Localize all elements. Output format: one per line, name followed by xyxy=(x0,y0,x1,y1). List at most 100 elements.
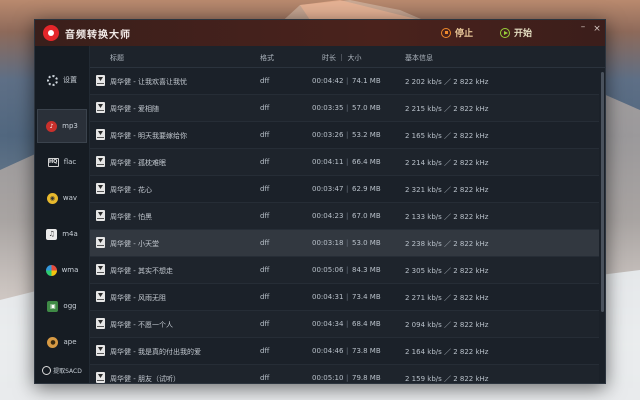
sacd-icon xyxy=(42,365,52,375)
dsd-file-icon xyxy=(96,156,105,167)
wma-icon xyxy=(45,264,57,276)
table-row[interactable]: 周华健 - 让我欢喜让我忧 dff 00:04:42 | 74.1 MB 2 2… xyxy=(90,68,599,95)
row-info: 2 238 kb/s ／ 2 822 kHz xyxy=(405,240,489,248)
mp3-icon: ♪ xyxy=(46,120,58,132)
table-row[interactable]: 周华健 - 明天我要嫁给你 dff 00:03:26 | 53.2 MB 2 1… xyxy=(90,122,599,149)
sidebar-item-mp3[interactable]: ♪ mp3 xyxy=(37,109,87,143)
row-title: 周华健 - 让我欢喜让我忧 xyxy=(110,78,187,86)
row-title: 周华健 - 花心 xyxy=(110,186,152,194)
minimize-button[interactable]: – xyxy=(577,22,589,32)
dsd-file-icon xyxy=(96,372,105,383)
row-size: 67.0 MB xyxy=(352,212,381,220)
row-format: dff xyxy=(260,347,270,355)
row-title: 周华健 - 爱相随 xyxy=(110,105,159,113)
row-separator: | xyxy=(346,77,349,85)
dsd-file-icon xyxy=(96,264,105,275)
row-format: dff xyxy=(260,374,270,382)
row-title: 周华健 - 其实不想走 xyxy=(110,267,173,275)
sidebar-item-ogg[interactable]: ▣ ogg xyxy=(37,289,87,323)
table-row[interactable]: 周华健 - 其实不想走 dff 00:05:06 | 84.3 MB 2 305… xyxy=(90,257,599,284)
header-title[interactable]: 标题 xyxy=(110,53,124,63)
sidebar-item-label: flac xyxy=(63,158,77,166)
row-duration: 00:04:42 xyxy=(312,77,344,85)
dsd-file-icon xyxy=(96,318,105,329)
row-info: 2 165 kb/s ／ 2 822 kHz xyxy=(405,132,489,140)
header-info[interactable]: 基本信息 xyxy=(405,53,433,63)
table-row[interactable]: 周华健 - 怕黑 dff 00:04:23 | 67.0 MB 2 133 kb… xyxy=(90,203,599,230)
sidebar-item-sacd[interactable]: 提取SACD xyxy=(37,361,87,379)
table-row[interactable]: 周华健 - 朋友（试听） dff 00:05:10 | 79.8 MB 2 15… xyxy=(90,365,599,383)
row-info: 2 133 kb/s ／ 2 822 kHz xyxy=(405,213,489,221)
header-format[interactable]: 格式 xyxy=(260,53,274,63)
app-window: 音频转换大师 停止 开始 – × 设置 ♪ mp3 HQ flac ◉ wav xyxy=(34,19,606,384)
row-format: dff xyxy=(260,131,270,139)
dsd-file-icon xyxy=(96,183,105,194)
row-duration: 00:04:31 xyxy=(312,293,344,301)
dsd-file-icon xyxy=(96,345,105,356)
row-title: 周华健 - 我是真的付出我的爱 xyxy=(110,348,201,356)
row-format: dff xyxy=(260,266,270,274)
stop-button[interactable]: 停止 xyxy=(441,26,473,39)
file-list-panel: 标题 格式 时长 ｜ 大小 基本信息 周华健 - 让我欢喜让我忧 dff 00:… xyxy=(90,46,605,383)
row-size: 53.2 MB xyxy=(352,131,381,139)
sidebar-item-label: ogg xyxy=(63,302,77,310)
row-info: 2 321 kb/s ／ 2 822 kHz xyxy=(405,186,489,194)
row-format: dff xyxy=(260,77,270,85)
table-row[interactable]: 周华健 - 爱相随 dff 00:03:35 | 57.0 MB 2 215 k… xyxy=(90,95,599,122)
row-size: 84.3 MB xyxy=(352,266,381,274)
row-separator: | xyxy=(346,374,349,382)
table-row[interactable]: 周华健 - 孤枕难眠 dff 00:04:11 | 66.4 MB 2 214 … xyxy=(90,149,599,176)
row-info: 2 094 kb/s ／ 2 822 kHz xyxy=(405,321,489,329)
row-separator: | xyxy=(346,239,349,247)
row-size: 73.4 MB xyxy=(352,293,381,301)
scrollbar-thumb[interactable] xyxy=(601,72,604,312)
m4a-icon: ♫ xyxy=(46,228,58,240)
sidebar-item-label: mp3 xyxy=(62,122,78,130)
row-size: 57.0 MB xyxy=(352,104,381,112)
row-title: 周华健 - 明天我要嫁给你 xyxy=(110,132,187,140)
table-row[interactable]: 周华健 - 不愿一个人 dff 00:04:34 | 68.4 MB 2 094… xyxy=(90,311,599,338)
gear-icon xyxy=(47,74,58,86)
sidebar: 设置 ♪ mp3 HQ flac ◉ wav ♫ m4a wma ▣ ogg ●… xyxy=(35,46,90,383)
ogg-icon: ▣ xyxy=(47,300,59,312)
row-duration: 00:03:26 xyxy=(312,131,344,139)
table-row[interactable]: 周华健 - 我是真的付出我的爱 dff 00:04:46 | 73.8 MB 2… xyxy=(90,338,599,365)
start-button[interactable]: 开始 xyxy=(500,26,532,39)
sidebar-item-label: ape xyxy=(63,338,77,346)
wav-icon: ◉ xyxy=(46,192,58,204)
header-duration-size[interactable]: 时长 ｜ 大小 xyxy=(322,53,361,63)
row-duration: 00:04:11 xyxy=(312,158,344,166)
row-info: 2 305 kb/s ／ 2 822 kHz xyxy=(405,267,489,275)
table-row[interactable]: 周华健 - 花心 dff 00:03:47 | 62.9 MB 2 321 kb… xyxy=(90,176,599,203)
close-button[interactable]: × xyxy=(591,24,603,34)
row-format: dff xyxy=(260,293,270,301)
row-separator: | xyxy=(346,293,349,301)
sidebar-item-wma[interactable]: wma xyxy=(37,253,87,287)
row-size: 74.1 MB xyxy=(352,77,381,85)
table-row-selected[interactable]: 周华健 - 小天堂 dff 00:03:18 | 53.0 MB 2 238 k… xyxy=(90,230,599,257)
row-size: 73.8 MB xyxy=(352,347,381,355)
row-title: 周华健 - 小天堂 xyxy=(110,240,159,248)
sidebar-item-wav[interactable]: ◉ wav xyxy=(37,181,87,215)
row-separator: | xyxy=(346,185,349,193)
row-info: 2 164 kb/s ／ 2 822 kHz xyxy=(405,348,489,356)
sidebar-item-ape[interactable]: ● ape xyxy=(37,325,87,359)
row-duration: 00:04:34 xyxy=(312,320,344,328)
row-duration: 00:03:35 xyxy=(312,104,344,112)
start-label: 开始 xyxy=(514,29,533,39)
row-duration: 00:04:46 xyxy=(312,347,344,355)
sidebar-item-flac[interactable]: HQ flac xyxy=(37,145,87,179)
row-title: 周华健 - 孤枕难眠 xyxy=(110,159,166,167)
app-title: 音频转换大师 xyxy=(65,30,131,41)
table-row[interactable]: 周华健 - 风雨无阻 dff 00:04:31 | 73.4 MB 2 271 … xyxy=(90,284,599,311)
row-duration: 00:04:23 xyxy=(312,212,344,220)
sidebar-item-m4a[interactable]: ♫ m4a xyxy=(37,217,87,251)
table-header: 标题 格式 时长 ｜ 大小 基本信息 xyxy=(90,46,605,68)
sidebar-item-settings[interactable]: 设置 xyxy=(37,63,87,97)
row-title: 周华健 - 怕黑 xyxy=(110,213,152,221)
row-size: 79.8 MB xyxy=(352,374,381,382)
row-info: 2 159 kb/s ／ 2 822 kHz xyxy=(405,375,489,383)
row-separator: | xyxy=(346,158,349,166)
vertical-scrollbar[interactable] xyxy=(600,68,605,383)
row-title: 周华健 - 不愿一个人 xyxy=(110,321,173,329)
